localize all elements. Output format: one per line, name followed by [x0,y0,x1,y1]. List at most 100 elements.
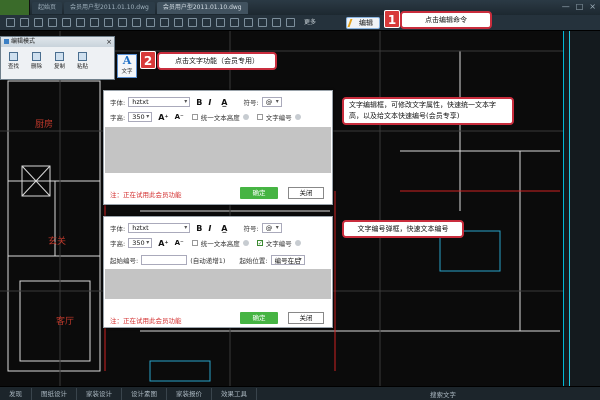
area-icon[interactable] [230,18,239,27]
unify-height-checkbox[interactable] [191,114,198,120]
edit-button[interactable]: 编辑 [346,17,380,29]
help-icon[interactable] [242,114,249,120]
numbering-checkbox-checked[interactable]: ✓ [256,240,263,247]
height-select[interactable]: 350 [128,238,153,248]
tool-delete-button[interactable]: 删除 [26,50,47,78]
numbering-options-row: 起始编号: (自动递增1) 起始位置: 编号在后 [110,254,305,266]
tab-drawing-1[interactable]: 会员用户型2011.01.10.dwg [64,1,155,14]
font-select[interactable]: hztxt [128,223,191,233]
increase-height-button[interactable]: A⁺ [158,113,168,122]
increase-height-button[interactable]: A⁺ [158,239,168,248]
height-label: 字高: [110,114,126,122]
position-select-value: 编号在后 [274,257,301,265]
height-select-value: 350 [132,113,145,121]
close-button[interactable]: 关闭 [288,187,324,199]
start-number-input[interactable] [141,255,188,265]
decrease-height-button[interactable]: A⁻ [175,239,184,247]
block-icon[interactable] [216,18,225,27]
settings-icon[interactable] [258,18,267,27]
share-icon[interactable] [188,18,197,27]
font-row: 字体: hztxt B I A̲ 符号: @ [110,222,282,234]
print-icon[interactable] [34,18,43,27]
more-icon[interactable] [286,18,295,27]
text-input-area[interactable] [105,269,331,299]
bottom-tab-quote[interactable]: 家装报价 [167,387,212,400]
cad-canvas[interactable]: 厨房 玄关 客厅 [0,31,563,386]
fullscreen-icon[interactable] [244,18,253,27]
numbering-box-note: 文字编号弹框，快速文本编号 [342,220,464,238]
panel-close-icon[interactable]: × [106,37,112,47]
symbol-select-value: @ [265,98,273,106]
bottom-tab-drawing-design[interactable]: 图纸设计 [32,387,77,400]
minimize-icon[interactable]: — [562,2,570,11]
text-icon[interactable] [160,18,169,27]
bold-button[interactable]: B [196,224,202,233]
height-select[interactable]: 350 [128,112,153,122]
color-icon[interactable] [146,18,155,27]
symbol-label: 符号: [243,99,259,107]
open-icon[interactable] [6,18,15,27]
text-color-icon[interactable]: A̲ [221,98,227,107]
edit-box-note: 文字编辑框，可修改文字属性，快速统一文本字高，以及给文本快速编号(会员专享) [342,97,514,125]
save-icon[interactable] [20,18,29,27]
help-icon[interactable] [294,240,301,246]
undo-icon[interactable] [48,18,57,27]
help-icon[interactable] [242,240,249,246]
compare-icon[interactable] [202,18,211,27]
tool-copy-label: 复制 [53,64,65,70]
trial-note: 注：正在试用此会员功能 [110,317,182,325]
pan-icon[interactable] [104,18,113,27]
cloud-icon[interactable] [174,18,183,27]
bottom-tab-home-design[interactable]: 家装设计 [77,387,122,400]
tab-start-page[interactable]: 起始页 [32,1,63,14]
text-color-icon[interactable]: A̲ [221,224,227,233]
decrease-height-button[interactable]: A⁻ [175,113,184,121]
copy-icon [55,52,64,61]
layer-icon[interactable] [132,18,141,27]
tool-delete-label: 删除 [30,64,42,70]
font-label: 字体: [110,225,126,233]
text-input-area[interactable] [105,127,331,173]
italic-button[interactable]: I [208,224,211,233]
redo-icon[interactable] [62,18,71,27]
numbering-label: 文字编号 [265,114,292,122]
search-icon [9,52,18,61]
bottom-tab-discover[interactable]: 发现 [0,387,32,400]
unify-height-label: 统一文本高度 [200,114,240,122]
zoom-out-icon[interactable] [90,18,99,27]
italic-button[interactable]: I [208,98,211,107]
help-icon[interactable] [272,18,281,27]
right-scroll-strip[interactable] [563,31,600,386]
position-select[interactable]: 编号在后 [270,255,305,265]
start-position-label: 起始位置: [239,257,268,265]
symbol-select[interactable]: @ [261,223,282,233]
search-text-field[interactable]: 搜索文字 [430,389,456,399]
tool-copy-button[interactable]: 复制 [49,50,70,78]
help-icon[interactable] [294,114,301,120]
text-edit-dialog: 字体: hztxt B I A̲ 符号: @ 字高: 350 A⁺ A⁻ 统一文… [103,90,333,205]
bottom-tab-design-sketch[interactable]: 设计素图 [122,387,167,400]
bottom-tab-bar: 发现 图纸设计 家装设计 设计素图 家装报价 效果工具 搜索文字 [0,386,600,400]
tool-find-label: 查找 [7,64,19,70]
font-select[interactable]: hztxt [128,97,191,107]
tool-find-button[interactable]: 查找 [3,50,24,78]
tab-drawing-2[interactable]: 会员用户型2011.01.10.dwg [156,1,248,14]
ok-button[interactable]: 确定 [240,312,278,324]
text-tool-button[interactable]: A 文字 [117,54,137,78]
bold-button[interactable]: B [196,98,202,107]
height-row: 字高: 350 A⁺ A⁻ 统一文本高度 文字编号 [110,111,301,123]
ok-button[interactable]: 确定 [240,187,278,199]
close-icon[interactable]: × [589,2,596,11]
maximize-icon[interactable]: □ [576,2,584,11]
close-button[interactable]: 关闭 [288,312,324,324]
tool-paste-button[interactable]: 粘贴 [72,50,93,78]
more-button[interactable]: 更多 [300,17,320,29]
zoom-in-icon[interactable] [76,18,85,27]
step-2-badge: 2 [140,51,156,69]
measure-icon[interactable] [118,18,127,27]
step-1-callout: 点击编辑命令 [400,11,492,29]
unify-height-checkbox[interactable] [191,240,198,246]
symbol-select[interactable]: @ [261,97,282,107]
bottom-tab-effect-tools[interactable]: 效果工具 [212,387,257,400]
numbering-checkbox[interactable] [256,114,263,120]
